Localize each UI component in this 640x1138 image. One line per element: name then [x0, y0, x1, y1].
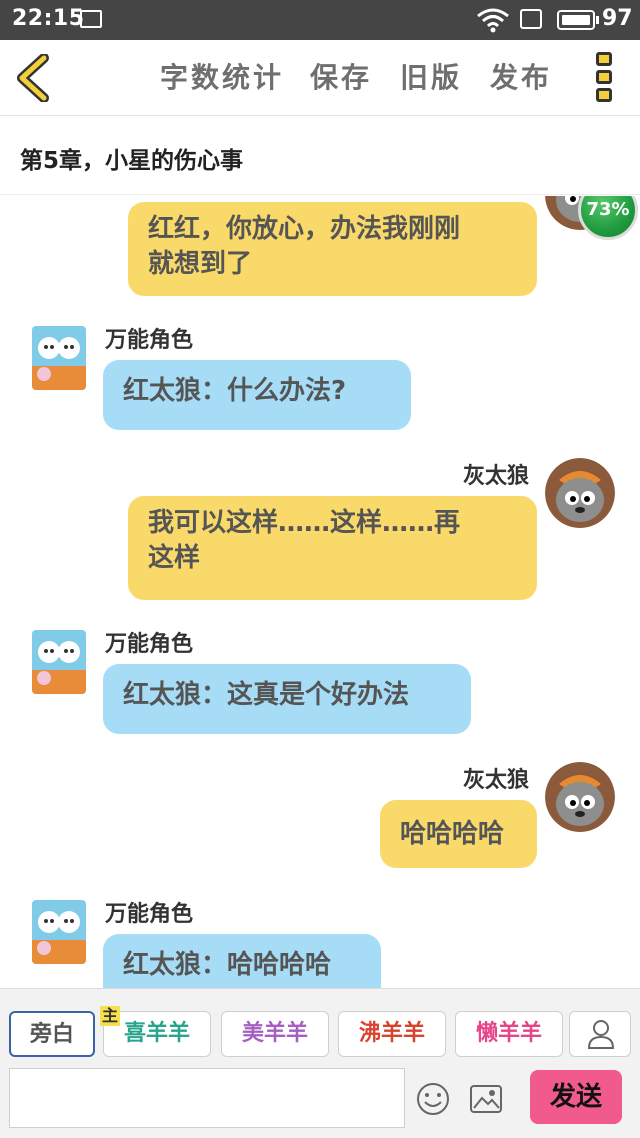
gallery-notification-icon — [80, 10, 102, 28]
old-version-button[interactable]: 旧版 — [400, 56, 462, 96]
speaker-name: 万能角色 — [105, 632, 194, 657]
message-bubble[interactable]: 红太狼：什么办法? — [103, 360, 411, 430]
main-role-tag: 主 — [100, 1006, 121, 1026]
role-xiyangyang-button[interactable]: 主 喜羊羊 — [100, 1006, 211, 1057]
battery-tip — [596, 16, 599, 24]
role-lanyangyang-button[interactable]: 懒羊羊 — [455, 1011, 563, 1057]
wolf-avatar[interactable] — [545, 458, 615, 528]
progress-label: 73% — [586, 199, 630, 220]
message-bubble[interactable]: 我可以这样……这样……再 这样 — [128, 496, 537, 600]
input-bar: 发送 — [0, 1064, 640, 1138]
speaker-name: 万能角色 — [105, 328, 194, 353]
role-label: 沸羊羊 — [358, 1021, 425, 1046]
wifi-icon — [477, 8, 509, 33]
save-button[interactable]: 保存 — [310, 56, 372, 96]
role-label: 喜羊羊 — [123, 1021, 190, 1046]
universal-role-avatar[interactable] — [32, 900, 86, 964]
toolbar: 字数统计 保存 旧版 发布 — [0, 40, 640, 116]
status-time: 22:15 — [12, 6, 85, 31]
wolf-avatar[interactable] — [545, 762, 615, 832]
message-text-line: 这样 — [148, 543, 201, 573]
role-label: 美羊羊 — [241, 1021, 308, 1046]
message-text-line: 就想到了 — [148, 249, 253, 279]
speaker-name: 万能角色 — [105, 902, 194, 927]
battery-icon — [557, 10, 595, 30]
more-menu-icon[interactable] — [594, 52, 614, 104]
speaker-name: 灰太狼 — [463, 768, 530, 793]
message-text: 红太狼：哈哈哈哈 — [123, 950, 332, 980]
chat-area[interactable]: 73% 红红，你放心，办法我刚刚 就想到了 万能角色 红太狼：什么办法? 灰太狼 — [0, 196, 640, 988]
back-arrow-icon[interactable] — [14, 54, 54, 102]
message-bubble[interactable]: 红红，你放心，办法我刚刚 就想到了 — [128, 202, 537, 296]
message-input[interactable] — [9, 1068, 405, 1128]
progress-badge[interactable]: 73% — [578, 196, 638, 240]
message-bubble[interactable]: 红太狼：这真是个好办法 — [103, 664, 471, 734]
universal-role-avatar[interactable] — [32, 630, 86, 694]
image-icon[interactable] — [469, 1084, 503, 1114]
publish-button[interactable]: 发布 — [490, 56, 552, 96]
window-icon — [520, 9, 542, 29]
role-meiyangyang-button[interactable]: 美羊羊 — [221, 1011, 329, 1057]
status-bar: 22:15 97 — [0, 0, 640, 40]
add-role-button[interactable] — [569, 1011, 631, 1057]
send-button[interactable]: 发送 — [530, 1070, 622, 1124]
chapter-header: 第5章，小星的伤心事 — [0, 117, 640, 195]
message-text-line: 我可以这样……这样……再 — [148, 508, 461, 538]
speaker-name: 灰太狼 — [463, 464, 530, 489]
role-narration-button[interactable]: 旁白 — [9, 1011, 95, 1057]
chapter-title: 第5章，小星的伤心事 — [20, 148, 244, 174]
message-text-line: 红红，你放心，办法我刚刚 — [148, 214, 461, 244]
message-bubble[interactable]: 红太狼：哈哈哈哈 — [103, 934, 381, 988]
message-text: 哈哈哈哈 — [400, 819, 505, 849]
role-label: 懒羊羊 — [475, 1021, 542, 1046]
battery-level: 97 — [602, 6, 633, 31]
message-text: 红太狼：这真是个好办法 — [123, 680, 410, 710]
message-text: 红太狼：什么办法? — [123, 376, 347, 406]
role-selector: 旁白 主 喜羊羊 美羊羊 沸羊羊 懒羊羊 — [0, 988, 640, 1064]
user-icon — [587, 1020, 615, 1049]
universal-role-avatar[interactable] — [32, 326, 86, 390]
role-feiyangyang-button[interactable]: 沸羊羊 — [338, 1011, 446, 1057]
message-bubble[interactable]: 哈哈哈哈 — [380, 800, 537, 868]
emoji-icon[interactable] — [416, 1082, 450, 1116]
role-label: 旁白 — [29, 1022, 74, 1047]
word-count-button[interactable]: 字数统计 — [160, 56, 284, 96]
app-root: 22:15 97 字数统计 保存 旧版 发布 第5章，小星的伤心事 73% 红红… — [0, 0, 640, 1138]
